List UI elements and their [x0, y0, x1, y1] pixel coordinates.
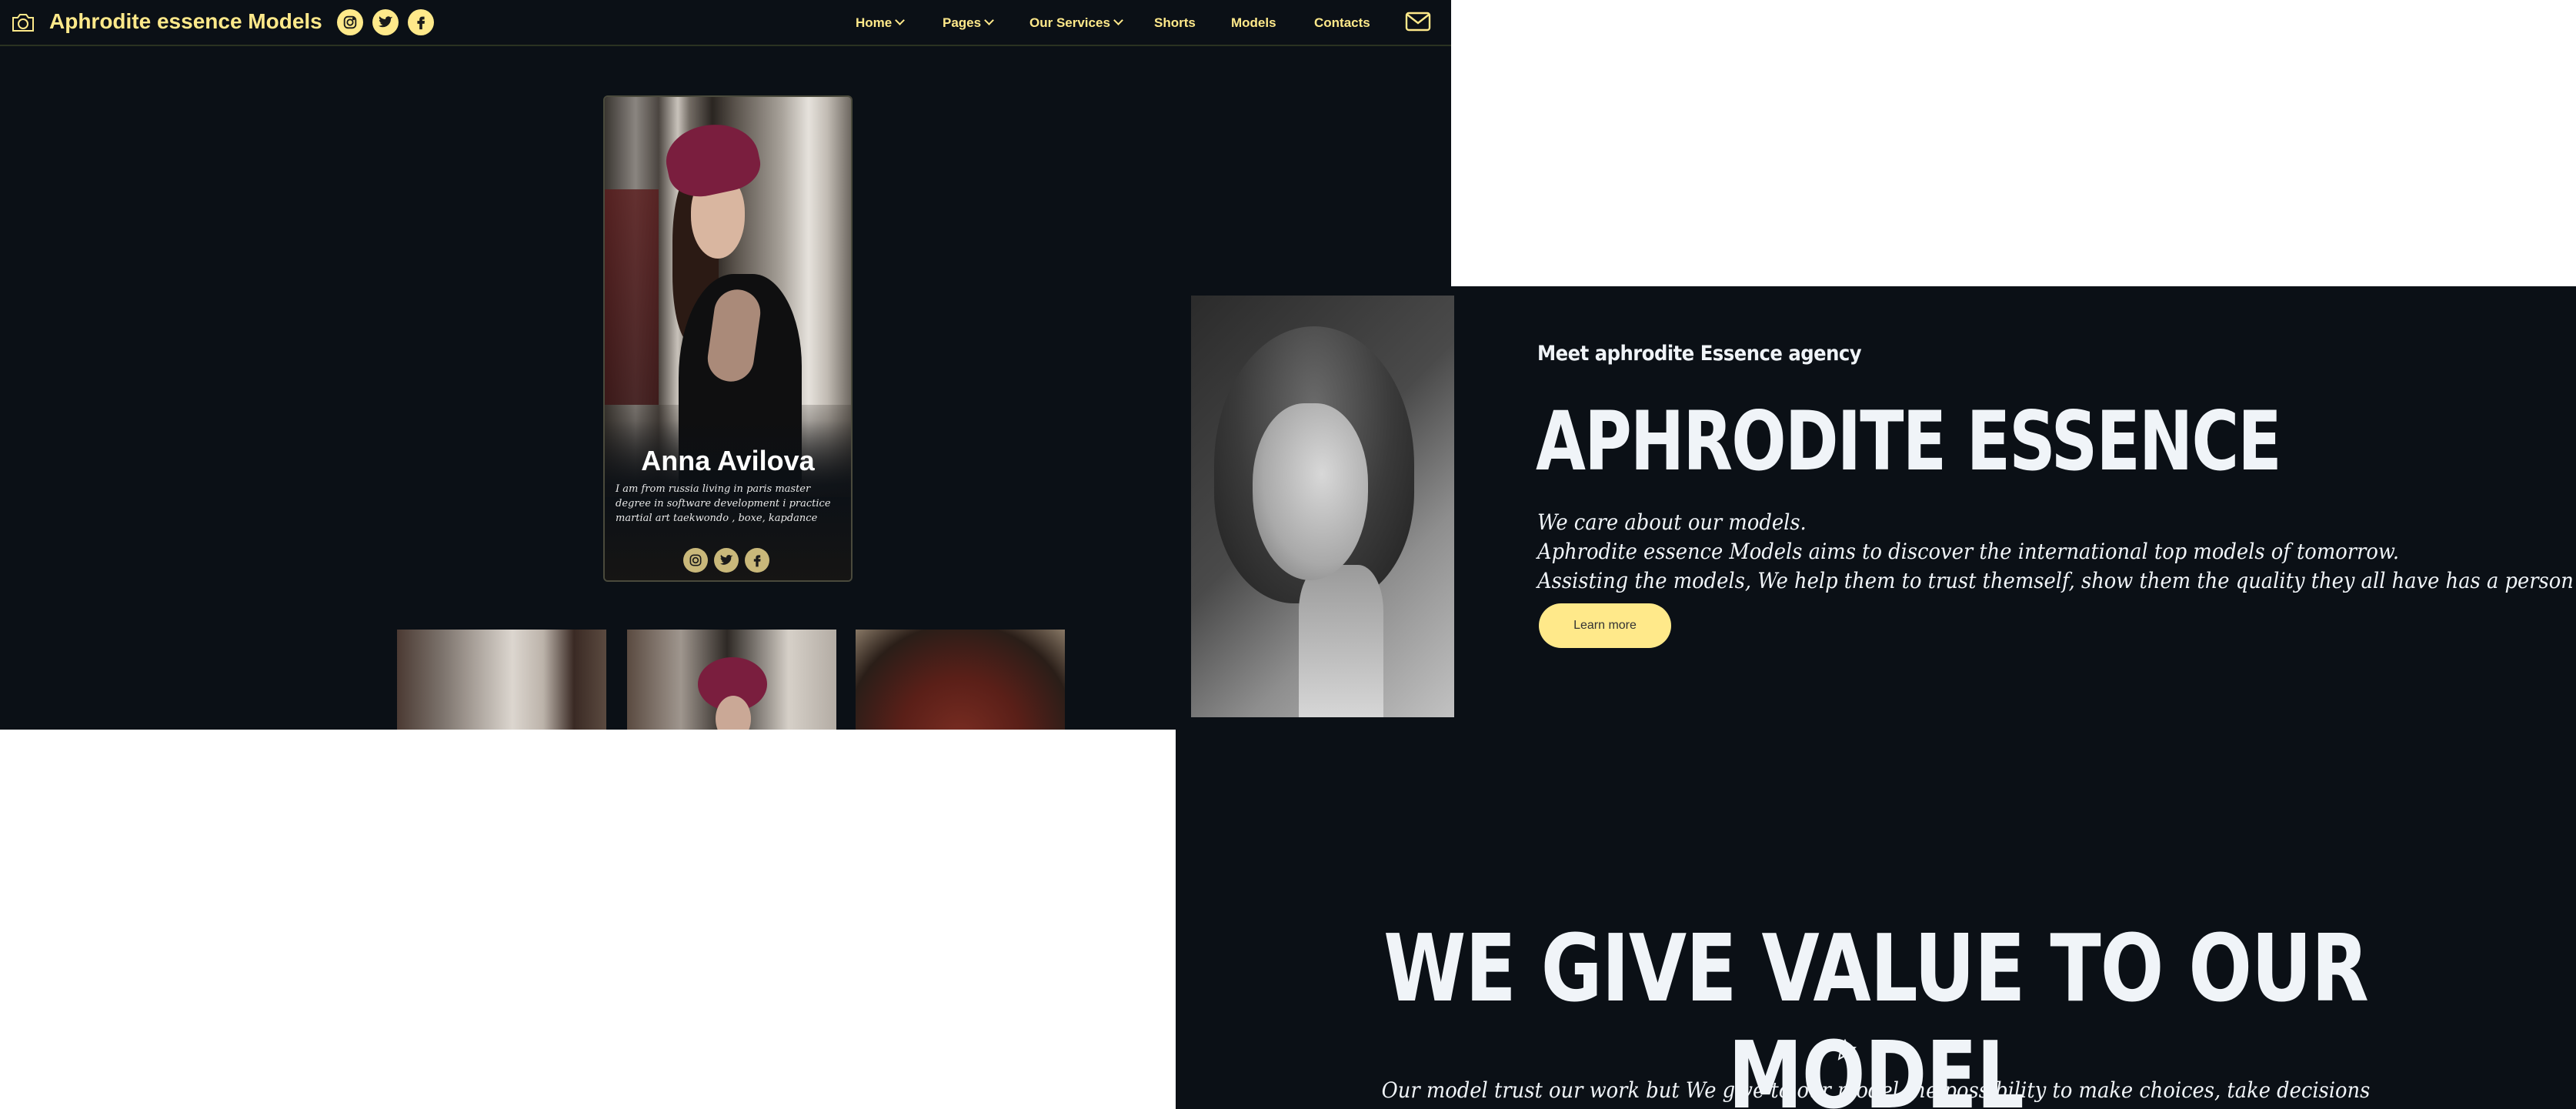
nav-contacts[interactable]: Contacts: [1314, 15, 1370, 31]
instagram-icon[interactable]: [337, 9, 363, 35]
nav-pages[interactable]: Pages: [943, 15, 994, 31]
facebook-icon[interactable]: [408, 9, 434, 35]
nav-our-services[interactable]: Our Services: [1029, 15, 1123, 31]
star-icon: [1834, 1039, 1857, 1061]
values-subtitle: Our model trust our work but We give to …: [1381, 1077, 2371, 1103]
tagline-line: Assisting the models, We help them to tr…: [1537, 568, 2576, 593]
instagram-icon[interactable]: [683, 548, 708, 573]
learn-more-button[interactable]: Learn more: [1539, 603, 1671, 648]
right-panel: Meet aphrodite Essence agency APHRODITE …: [1176, 286, 2576, 1109]
brand-title[interactable]: Aphrodite essence Models: [49, 9, 322, 34]
gallery-thumbnail[interactable]: [397, 630, 606, 730]
gallery-thumbnail[interactable]: [627, 630, 836, 730]
chevron-down-icon: [1113, 15, 1123, 25]
gallery-thumbnail[interactable]: [856, 630, 1065, 730]
section-eyebrow: Meet aphrodite Essence agency: [1537, 342, 1862, 366]
facebook-icon[interactable]: [745, 548, 769, 573]
nav-models[interactable]: Models: [1231, 15, 1276, 31]
twitter-icon[interactable]: [714, 548, 739, 573]
portrait-photo: [1191, 296, 1454, 717]
camera-icon[interactable]: [11, 10, 35, 35]
model-name: Anna Avilova: [641, 445, 815, 476]
tagline-line: Aphrodite essence Models aims to discove…: [1537, 539, 2400, 564]
hero-title: APHRODITE ESSENCE: [1536, 394, 2282, 489]
model-bio: I am from russia living in paris master …: [616, 483, 831, 524]
nav-home[interactable]: Home: [856, 15, 906, 31]
chevron-down-icon: [984, 15, 994, 25]
mail-icon[interactable]: [1405, 11, 1431, 32]
twitter-icon[interactable]: [372, 9, 399, 35]
tagline-line: We care about our models.: [1537, 509, 1807, 535]
model-profile-card[interactable]: Anna Avilova I am from russia living in …: [603, 95, 853, 582]
nav-shorts[interactable]: Shorts: [1154, 15, 1196, 31]
chevron-down-icon: [895, 15, 906, 25]
navbar: Aphrodite essence Models Home Pages Our …: [0, 0, 1451, 46]
